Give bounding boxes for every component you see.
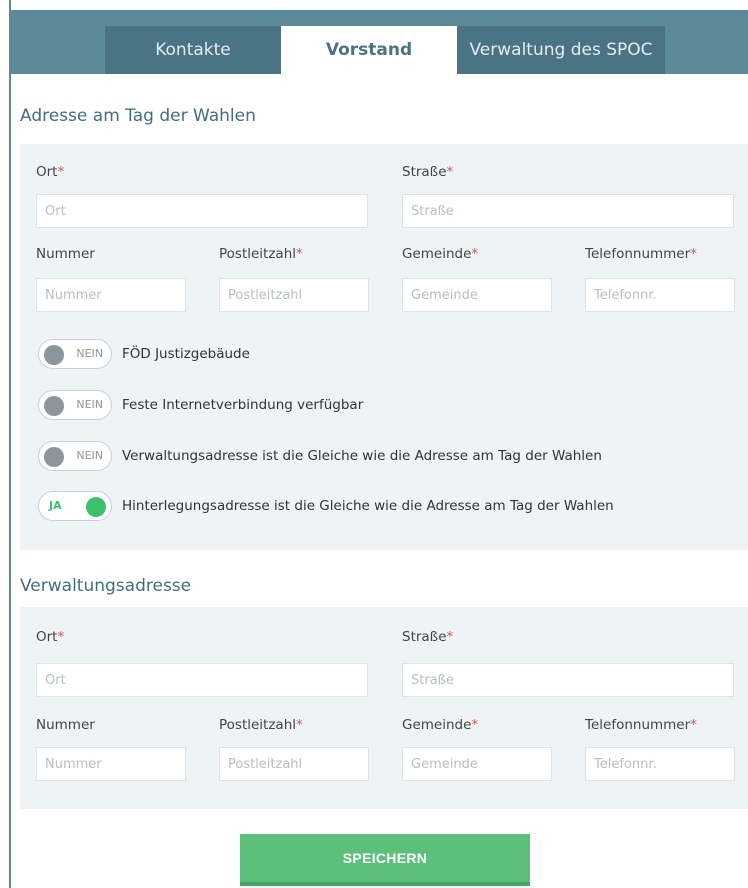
- telefon-input[interactable]: [585, 278, 735, 312]
- admin-telefon-label: Telefonnummer*: [585, 717, 697, 733]
- nummer-input[interactable]: [36, 278, 186, 312]
- ort-label: Ort*: [36, 164, 65, 180]
- admin-address-panel: Ort* Straße* Nummer Postleitzahl* Gemein…: [20, 607, 748, 809]
- admin-ort-input[interactable]: [36, 663, 368, 697]
- toggle-row-internet: NEIN Feste Internetverbindung verfügbar: [38, 390, 363, 420]
- toggle-state: NEIN: [76, 449, 103, 462]
- admin-gemeinde-label: Gemeinde*: [402, 717, 479, 733]
- toggle-row-deposit-same: JA Hinterlegungsadresse ist die Gleiche …: [38, 491, 614, 521]
- election-address-panel: Ort* Straße* Nummer Postleitzahl* Gemein…: [20, 144, 748, 550]
- ort-input[interactable]: [36, 194, 368, 228]
- tab-bar: Kontakte Vorstand Verwaltung des SPOC: [11, 10, 748, 74]
- toggle-state: JA: [49, 499, 62, 512]
- strasse-label: Straße*: [402, 164, 454, 180]
- nummer-label: Nummer: [36, 246, 95, 262]
- gemeinde-label: Gemeinde*: [402, 246, 479, 262]
- toggle-knob: [44, 345, 64, 365]
- admin-strasse-label: Straße*: [402, 629, 454, 645]
- admin-gemeinde-input[interactable]: [402, 747, 552, 781]
- admin-address-same-toggle[interactable]: NEIN: [38, 441, 112, 471]
- internet-toggle[interactable]: NEIN: [38, 390, 112, 420]
- deposit-address-same-label: Hinterlegungsadresse ist die Gleiche wie…: [122, 498, 614, 514]
- toggle-row-justice-building: NEIN FÖD Justizgebäude: [38, 339, 250, 369]
- toggle-row-admin-same: NEIN Verwaltungsadresse ist die Gleiche …: [38, 441, 602, 471]
- internet-label: Feste Internetverbindung verfügbar: [122, 397, 364, 413]
- toggle-state: NEIN: [76, 398, 103, 411]
- plz-label: Postleitzahl*: [219, 246, 303, 262]
- toggle-knob: [44, 396, 64, 416]
- section-title-admin-address: Verwaltungsadresse: [20, 576, 192, 596]
- admin-telefon-input[interactable]: [585, 747, 735, 781]
- tab-kontakte[interactable]: Kontakte: [105, 26, 281, 74]
- toggle-knob: [44, 447, 64, 467]
- admin-nummer-label: Nummer: [36, 717, 95, 733]
- tab-vorstand[interactable]: Vorstand: [281, 26, 457, 74]
- admin-plz-label: Postleitzahl*: [219, 717, 303, 733]
- admin-ort-label: Ort*: [36, 629, 65, 645]
- admin-plz-input[interactable]: [219, 747, 369, 781]
- gemeinde-input[interactable]: [402, 278, 552, 312]
- justice-building-toggle[interactable]: NEIN: [38, 339, 112, 369]
- toggle-state: NEIN: [76, 347, 103, 360]
- admin-nummer-input[interactable]: [36, 747, 186, 781]
- telefon-label: Telefonnummer*: [585, 246, 697, 262]
- left-border: [9, 0, 11, 888]
- save-button[interactable]: SPEICHERN: [240, 834, 530, 886]
- justice-building-label: FÖD Justizgebäude: [122, 346, 250, 362]
- admin-address-same-label: Verwaltungsadresse ist die Gleiche wie d…: [122, 448, 602, 464]
- toggle-knob: [86, 497, 106, 517]
- section-title-election-address: Adresse am Tag der Wahlen: [20, 106, 256, 126]
- deposit-address-same-toggle[interactable]: JA: [38, 491, 112, 521]
- plz-input[interactable]: [219, 278, 369, 312]
- admin-strasse-input[interactable]: [402, 663, 734, 697]
- strasse-input[interactable]: [402, 194, 734, 228]
- tab-verwaltung-des-spoc[interactable]: Verwaltung des SPOC: [457, 26, 665, 74]
